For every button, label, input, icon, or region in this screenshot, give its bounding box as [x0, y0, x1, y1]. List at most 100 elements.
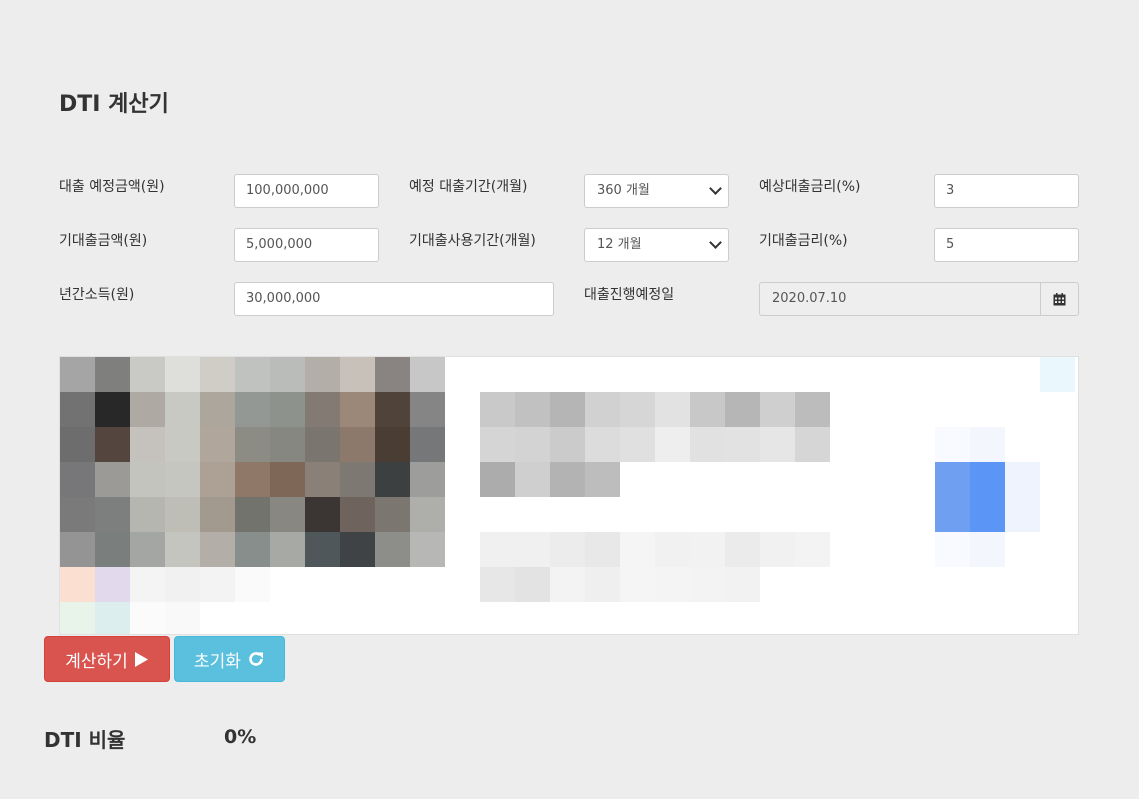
- pixel-block: [585, 392, 620, 427]
- pixel-block: [970, 497, 1005, 532]
- pixel-block: [550, 462, 585, 497]
- pixel-block: [1005, 462, 1040, 497]
- existing-amount-input[interactable]: 5,000,000: [234, 228, 379, 262]
- pixel-block: [235, 392, 270, 427]
- pixel-block: [515, 567, 550, 602]
- pixel-block: [200, 392, 235, 427]
- pixel-block: [935, 532, 970, 567]
- annual-income-label: 년간소득(원): [59, 287, 135, 303]
- pixel-block: [515, 462, 550, 497]
- pixel-block: [235, 532, 270, 567]
- pixel-block: [235, 357, 270, 392]
- pixel-block: [375, 357, 410, 392]
- pixel-block: [585, 532, 620, 567]
- pixel-block: [130, 462, 165, 497]
- loan-period-select[interactable]: 360 개월: [584, 174, 729, 208]
- pixel-block: [585, 427, 620, 462]
- pixel-block: [235, 497, 270, 532]
- loan-date-input[interactable]: 2020.07.10: [759, 282, 1041, 316]
- pixel-block: [200, 532, 235, 567]
- pixel-block: [305, 427, 340, 462]
- loan-amount-input[interactable]: 100,000,000: [234, 174, 379, 208]
- pixel-block: [95, 357, 130, 392]
- pixel-block: [165, 357, 200, 392]
- pixel-block: [60, 567, 95, 602]
- pixel-block: [515, 392, 550, 427]
- loan-rate-label: 예상대출금리(%): [759, 179, 861, 195]
- pixel-block: [60, 392, 95, 427]
- pixel-block: [655, 532, 690, 567]
- pixel-block: [95, 427, 130, 462]
- pixel-block: [690, 392, 725, 427]
- pixel-block: [95, 532, 130, 567]
- pixel-block: [1005, 497, 1040, 532]
- calculate-button[interactable]: 계산하기: [44, 636, 170, 682]
- pixel-block: [60, 602, 95, 634]
- pixel-block: [655, 392, 690, 427]
- pixel-block: [60, 532, 95, 567]
- loan-amount-label: 대출 예정금액(원): [59, 179, 165, 195]
- pixel-block: [550, 567, 585, 602]
- loan-rate-input[interactable]: 3: [934, 174, 1079, 208]
- loan-date-label: 대출진행예정일: [584, 287, 675, 303]
- pixel-block: [375, 427, 410, 462]
- pixel-block: [480, 392, 515, 427]
- pixel-block: [165, 392, 200, 427]
- pixel-block: [235, 462, 270, 497]
- existing-amount-label: 기대출금액(원): [59, 233, 148, 249]
- pixel-block: [410, 462, 445, 497]
- existing-period-select[interactable]: 12 개월: [584, 228, 729, 262]
- chevron-down-icon: [709, 182, 722, 195]
- pixel-block: [585, 462, 620, 497]
- pixel-block: [130, 497, 165, 532]
- pixel-block: [235, 567, 270, 602]
- pixel-block: [410, 497, 445, 532]
- calendar-icon: [1053, 292, 1066, 305]
- pixel-block: [200, 497, 235, 532]
- pixel-block: [130, 357, 165, 392]
- annual-income-input[interactable]: 30,000,000: [234, 282, 554, 316]
- loan-date-group: 2020.07.10: [759, 282, 1079, 316]
- pixel-block: [305, 392, 340, 427]
- reset-button[interactable]: 초기화: [174, 636, 285, 682]
- pixel-block: [375, 392, 410, 427]
- pixel-block: [480, 462, 515, 497]
- refresh-icon: [249, 652, 263, 666]
- pixel-block: [165, 462, 200, 497]
- pixel-block: [620, 392, 655, 427]
- existing-rate-label: 기대출금리(%): [759, 233, 848, 249]
- pixel-block: [60, 497, 95, 532]
- pixel-block: [970, 427, 1005, 462]
- pixel-block: [270, 392, 305, 427]
- pixel-block: [375, 497, 410, 532]
- pixel-block: [200, 462, 235, 497]
- pixel-block: [970, 462, 1005, 497]
- pixel-block: [340, 427, 375, 462]
- pixel-block: [305, 532, 340, 567]
- pixel-block: [620, 427, 655, 462]
- pixel-block: [375, 532, 410, 567]
- pixel-block: [480, 427, 515, 462]
- pixel-block: [200, 567, 235, 602]
- pixel-block: [165, 567, 200, 602]
- pixel-block: [60, 462, 95, 497]
- pixel-block: [340, 532, 375, 567]
- existing-period-value: 12 개월: [597, 237, 642, 252]
- pixel-block: [795, 532, 830, 567]
- redacted-advertisement: [59, 356, 1079, 635]
- pixel-block: [130, 567, 165, 602]
- pixel-block: [760, 392, 795, 427]
- calendar-button[interactable]: [1040, 282, 1079, 316]
- pixel-block: [585, 567, 620, 602]
- pixel-block: [340, 357, 375, 392]
- pixel-block: [270, 462, 305, 497]
- pixel-block: [515, 427, 550, 462]
- pixel-block: [655, 427, 690, 462]
- pixel-block: [95, 602, 130, 634]
- pixel-block: [60, 427, 95, 462]
- pixel-block: [935, 427, 970, 462]
- existing-rate-input[interactable]: 5: [934, 228, 1079, 262]
- pixel-block: [480, 532, 515, 567]
- pixel-block: [410, 427, 445, 462]
- pixel-block: [130, 602, 165, 634]
